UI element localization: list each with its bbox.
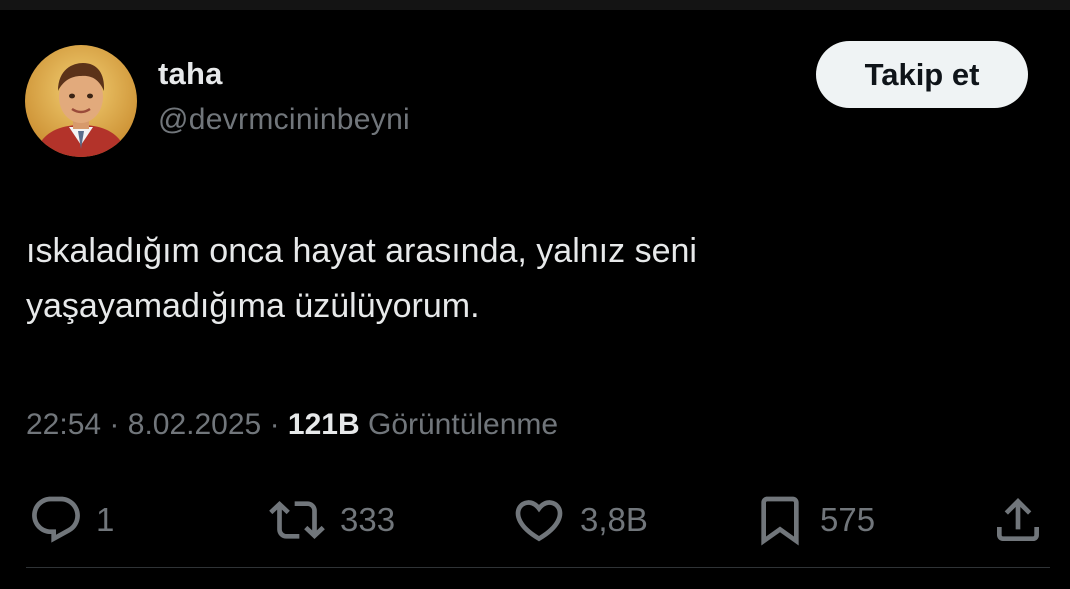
views-count[interactable]: 121B: [288, 408, 360, 441]
share-icon: [990, 492, 1046, 548]
meta-separator: ·: [109, 408, 120, 441]
reply-icon: [28, 492, 84, 548]
top-strip: [0, 0, 1070, 10]
divider: [26, 567, 1050, 568]
user-handle[interactable]: @devrmcininbeyni: [158, 103, 410, 137]
action-bar: 1 333 3,8B 575: [0, 488, 1070, 552]
tweet-meta: 22:54 · 8.02.2025 · 121B Görüntülenme: [26, 408, 558, 442]
like-button[interactable]: 3,8B: [510, 488, 648, 552]
tweet-time[interactable]: 22:54: [26, 408, 101, 441]
reply-button[interactable]: 1: [28, 488, 114, 552]
retweet-icon: [266, 492, 328, 548]
views-label[interactable]: Görüntülenme: [368, 408, 558, 441]
tweet-text-line: yaşayamadığıma üzülüyorum.: [26, 287, 480, 325]
heart-icon: [510, 492, 568, 548]
retweet-count: 333: [340, 501, 396, 538]
reply-count: 1: [96, 501, 115, 538]
bookmark-icon: [752, 490, 808, 550]
follow-button[interactable]: Takip et: [816, 41, 1028, 108]
tweet-date[interactable]: 8.02.2025: [128, 408, 261, 441]
like-count: 3,8B: [580, 501, 648, 538]
avatar[interactable]: [25, 45, 137, 157]
bookmark-button[interactable]: 575: [752, 488, 875, 552]
tweet-text-line: ıskaladığım onca hayat arasında, yalnız …: [26, 232, 697, 270]
share-button[interactable]: [990, 488, 1046, 552]
tweet-text: ıskaladığım onca hayat arasında, yalnız …: [26, 224, 1026, 334]
display-name[interactable]: taha: [158, 56, 223, 92]
bookmark-count: 575: [820, 501, 876, 538]
meta-separator: ·: [269, 408, 280, 441]
retweet-button[interactable]: 333: [266, 488, 395, 552]
